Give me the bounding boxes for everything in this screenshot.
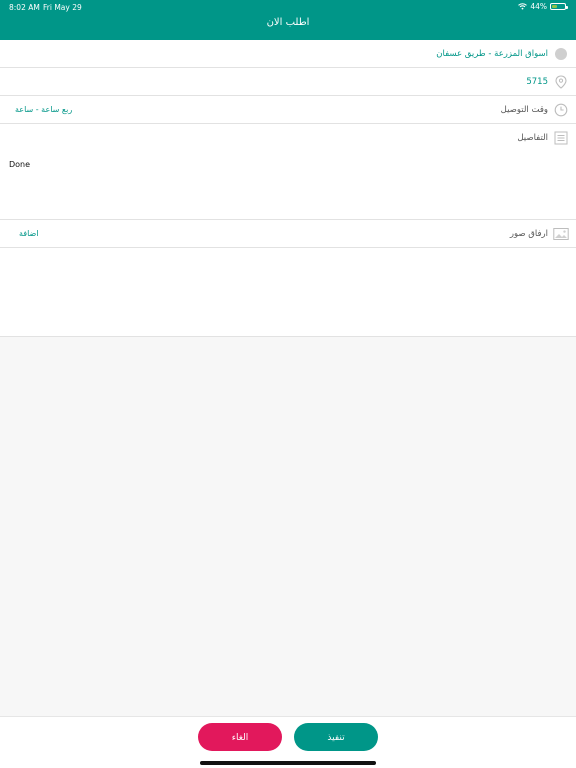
- battery-percent: 44%: [530, 2, 547, 11]
- page-title: اطلب الان: [266, 17, 310, 28]
- attach-photos-label: ارفاق صور: [509, 229, 548, 239]
- location-dot-icon: [555, 48, 567, 60]
- details-textarea[interactable]: Done: [9, 160, 30, 169]
- status-right: 44%: [518, 2, 568, 11]
- delivery-time-value[interactable]: ربع ساعة - ساعة: [15, 96, 72, 124]
- cancel-button[interactable]: الغاء: [198, 723, 282, 751]
- status-bar: 8:02 AM Fri May 29 44%: [0, 0, 576, 14]
- details-label: التفاصيل: [517, 133, 548, 143]
- map-pin-icon: [555, 75, 567, 89]
- code-row[interactable]: 5715: [0, 68, 576, 96]
- status-date: Fri May 29: [43, 3, 82, 12]
- details-section: التفاصيل Done: [0, 124, 576, 220]
- home-indicator: [200, 761, 376, 765]
- location-value: اسواق المزرعة - طريق عسفان: [436, 49, 548, 59]
- location-row[interactable]: اسواق المزرعة - طريق عسفان: [0, 40, 576, 68]
- list-icon: [554, 131, 568, 145]
- photo-gallery-area: [0, 248, 576, 337]
- delivery-time-row[interactable]: وقت التوصيل ربع ساعة - ساعة: [0, 96, 576, 124]
- clock-icon: [554, 103, 568, 117]
- app-header: 8:02 AM Fri May 29 44% اطلب الان: [0, 0, 576, 40]
- attach-photos-row[interactable]: ارفاق صور اضافة: [0, 220, 576, 248]
- bottom-action-bar: الغاء تنفيذ: [0, 716, 576, 768]
- battery-icon: [550, 3, 568, 10]
- delivery-time-label: وقت التوصيل: [500, 105, 548, 115]
- execute-button[interactable]: تنفيذ: [294, 723, 378, 751]
- image-icon: [553, 228, 569, 240]
- status-time: 8:02 AM: [9, 3, 40, 12]
- wifi-icon: [518, 3, 528, 10]
- add-photo-link[interactable]: اضافة: [19, 220, 39, 248]
- code-value: 5715: [526, 77, 548, 87]
